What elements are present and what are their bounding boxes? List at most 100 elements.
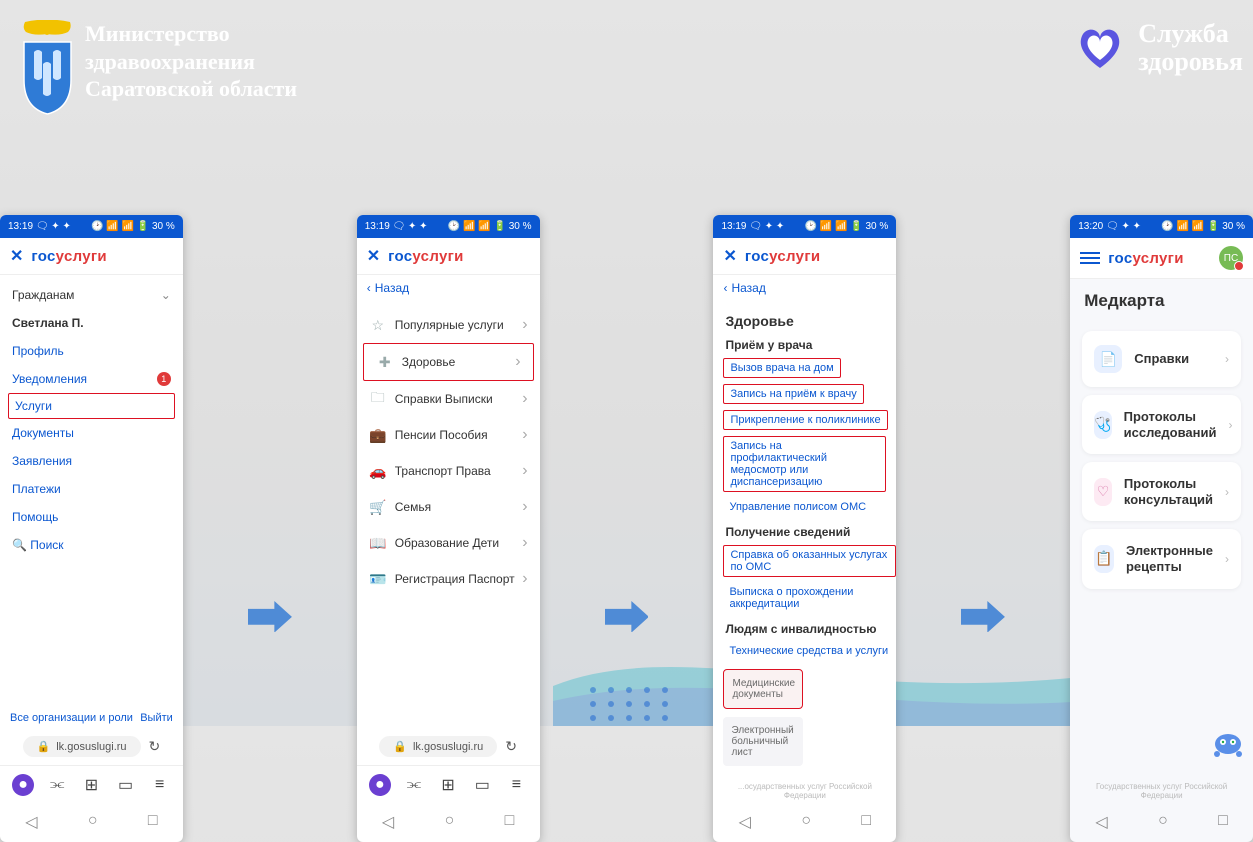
hamburger-icon[interactable] bbox=[1080, 252, 1100, 264]
heart-icon: ♡ bbox=[1094, 478, 1112, 506]
nav-back-icon[interactable]: ◁ bbox=[25, 812, 37, 832]
new-tab-icon[interactable]: ⊞ bbox=[437, 774, 459, 796]
phone-screen-2: 13:19 🗨 ✦ ✦ 🕑 📶 📶 🔋 30 % ✕ госуслуги ‹ Н… bbox=[357, 215, 540, 842]
url-bar[interactable]: 🔒 lk.gosuslugi.ru bbox=[23, 736, 141, 757]
tabs-icon[interactable]: ▭ bbox=[115, 774, 137, 796]
nav-back-icon[interactable]: ◁ bbox=[739, 812, 751, 832]
menu-icon[interactable]: ≡ bbox=[505, 774, 527, 796]
sidebar-item-Уведомления[interactable]: Уведомления1 bbox=[0, 365, 183, 393]
wallet-icon: 💼 bbox=[369, 426, 387, 444]
nav-home-icon[interactable]: ○ bbox=[1158, 812, 1168, 832]
all-orgs-link[interactable]: Все организации и роли bbox=[10, 712, 133, 724]
status-bar: 13:19 🗨 ✦ ✦ 🕑 📶 📶 🔋 30 % bbox=[0, 215, 183, 238]
plus-icon: ✚ bbox=[376, 353, 394, 371]
nav-back-icon[interactable]: ◁ bbox=[382, 812, 394, 832]
chip-Вызов врача на дом[interactable]: Вызов врача на дом bbox=[723, 358, 840, 378]
chip-Справка об оказанных услугах по ОМС[interactable]: Справка об оказанных услугах по ОМС bbox=[723, 545, 896, 577]
card-Электронный больничный лист[interactable]: Электронный больничный лист bbox=[723, 717, 803, 766]
medcard-Электронные рецепты[interactable]: 📋Электронные рецепты› bbox=[1082, 529, 1241, 588]
chip-Технические средства и услуги[interactable]: Технические средства и услуги bbox=[723, 642, 894, 660]
nav-recent-icon[interactable]: □ bbox=[861, 812, 871, 832]
sidebar-item-Платежи[interactable]: Платежи bbox=[0, 475, 183, 503]
refresh-icon[interactable]: ↻ bbox=[149, 738, 161, 755]
chip-Запись на профилактический медосмотр или диспансеризацию[interactable]: Запись на профилактический медосмотр или… bbox=[723, 436, 886, 492]
ministry-line1: Министерство bbox=[85, 20, 297, 48]
sluzhba-heart-icon bbox=[1073, 20, 1128, 75]
sidebar-item-Поиск[interactable]: 🔍 Поиск bbox=[0, 531, 183, 559]
yandex-home-icon[interactable]: ● bbox=[369, 774, 391, 796]
nav-home-icon[interactable]: ○ bbox=[88, 812, 98, 832]
doc-icon: 📄 bbox=[1094, 345, 1122, 373]
menu-icon[interactable]: ≡ bbox=[149, 774, 171, 796]
category-Регистрация Паспорт[interactable]: 🪪Регистрация Паспорт bbox=[357, 561, 540, 597]
section-Приём у врача: Приём у врача bbox=[713, 332, 896, 355]
page-title: Здоровье bbox=[713, 307, 896, 332]
url-bar[interactable]: 🔒 lk.gosuslugi.ru bbox=[379, 736, 497, 757]
yandex-home-icon[interactable]: ● bbox=[12, 774, 34, 796]
region-crest-icon bbox=[20, 20, 75, 115]
browser-toolbar: ● ⫘ ⊞ ▭ ≡ bbox=[357, 765, 540, 804]
android-nav: ◁ ○ □ bbox=[0, 804, 183, 842]
category-Семья[interactable]: 🛒Семья bbox=[357, 489, 540, 525]
folder-icon: 🗀 bbox=[369, 390, 387, 408]
user-name: Светлана П. bbox=[0, 309, 183, 337]
android-nav: ◁ ○ □ bbox=[357, 804, 540, 842]
chip-Выписка о прохождении аккредитации[interactable]: Выписка о прохождении аккредитации bbox=[723, 583, 896, 613]
chip-Прикрепление к поликлинике[interactable]: Прикрепление к поликлинике bbox=[723, 410, 887, 430]
sidebar-item-Заявления[interactable]: Заявления bbox=[0, 447, 183, 475]
nav-recent-icon[interactable]: □ bbox=[1218, 812, 1228, 832]
tabs-icon[interactable]: ▭ bbox=[471, 774, 493, 796]
nav-recent-icon[interactable]: □ bbox=[148, 812, 158, 832]
status-bar: 13:19 🗨 ✦ ✦ 🕑 📶 📶 🔋 30 % bbox=[713, 215, 896, 238]
medcard-Протоколы исследований[interactable]: 🩺Протоколы исследований› bbox=[1082, 395, 1241, 454]
chip-Запись на приём к врачу[interactable]: Запись на приём к врачу bbox=[723, 384, 863, 404]
brand-logo: госуслуги bbox=[31, 248, 107, 265]
audience-dropdown[interactable]: Гражданам⌄ bbox=[0, 281, 183, 309]
user-avatar[interactable]: ПС bbox=[1219, 246, 1243, 270]
category-Справки Выписки[interactable]: 🗀Справки Выписки bbox=[357, 381, 540, 417]
new-tab-icon[interactable]: ⊞ bbox=[80, 774, 102, 796]
category-Здоровье[interactable]: ✚Здоровье bbox=[363, 343, 534, 381]
share-icon[interactable]: ⫘ bbox=[403, 774, 425, 796]
refresh-icon[interactable]: ↻ bbox=[505, 738, 517, 755]
back-link[interactable]: ‹ Назад bbox=[713, 275, 896, 301]
close-icon[interactable]: ✕ bbox=[10, 246, 23, 266]
assistant-bot-icon[interactable] bbox=[1213, 730, 1243, 758]
card-Медицинские документы[interactable]: Медицинские документы bbox=[723, 669, 803, 709]
medcard-Протоколы консультаций[interactable]: ♡Протоколы консультаций› bbox=[1082, 462, 1241, 521]
footer-gov-text: Государственных услуг Российской Федерац… bbox=[1070, 778, 1253, 804]
category-Популярные услуги[interactable]: ☆Популярные услуги bbox=[357, 307, 540, 343]
arrow-2 bbox=[605, 601, 649, 637]
id-icon: 🪪 bbox=[369, 570, 387, 588]
book-icon: 📖 bbox=[369, 534, 387, 552]
share-icon[interactable]: ⫘ bbox=[46, 774, 68, 796]
close-icon[interactable]: ✕ bbox=[367, 246, 380, 266]
phone-screen-1: 13:19 🗨 ✦ ✦ 🕑 📶 📶 🔋 30 % ✕ госуслуги Гра… bbox=[0, 215, 183, 842]
section-Людям с инвалидностью: Людям с инвалидностью bbox=[713, 616, 896, 639]
category-Транспорт Права[interactable]: 🚗Транспорт Права bbox=[357, 453, 540, 489]
sidebar-item-Профиль[interactable]: Профиль bbox=[0, 337, 183, 365]
phone-screen-3: 13:19 🗨 ✦ ✦ 🕑 📶 📶 🔋 30 % ✕ госуслуги ‹ Н… bbox=[713, 215, 896, 842]
status-bar: 13:20 🗨 ✦ ✦ 🕑 📶 📶 🔋 30 % bbox=[1070, 215, 1253, 238]
sidebar-item-Помощь[interactable]: Помощь bbox=[0, 503, 183, 531]
chip-Управление полисом ОМС[interactable]: Управление полисом ОМС bbox=[723, 498, 872, 516]
nav-home-icon[interactable]: ○ bbox=[445, 812, 455, 832]
ministry-line3: Саратовской области bbox=[85, 75, 297, 103]
sidebar-item-Услуги[interactable]: Услуги bbox=[8, 393, 175, 419]
footer-gov-text: ...осударственных услуг Российской Федер… bbox=[713, 778, 896, 804]
nav-back-icon[interactable]: ◁ bbox=[1095, 812, 1107, 832]
nav-home-icon[interactable]: ○ bbox=[801, 812, 811, 832]
back-link[interactable]: ‹ Назад bbox=[357, 275, 540, 301]
browser-toolbar: ● ⫘ ⊞ ▭ ≡ bbox=[0, 765, 183, 804]
section-Получение сведений: Получение сведений bbox=[713, 519, 896, 542]
nav-recent-icon[interactable]: □ bbox=[505, 812, 515, 832]
medcard-Справки[interactable]: 📄Справки› bbox=[1082, 331, 1241, 387]
category-Образование Дети[interactable]: 📖Образование Дети bbox=[357, 525, 540, 561]
page-title: Медкарта bbox=[1070, 279, 1253, 317]
sidebar-item-Документы[interactable]: Документы bbox=[0, 419, 183, 447]
category-Пенсии Пособия[interactable]: 💼Пенсии Пособия bbox=[357, 417, 540, 453]
brand-logo: госуслуги bbox=[1108, 250, 1184, 267]
brand-logo: госуслуги bbox=[745, 248, 821, 265]
logout-link[interactable]: Выйти bbox=[140, 712, 173, 724]
close-icon[interactable]: ✕ bbox=[723, 246, 736, 266]
